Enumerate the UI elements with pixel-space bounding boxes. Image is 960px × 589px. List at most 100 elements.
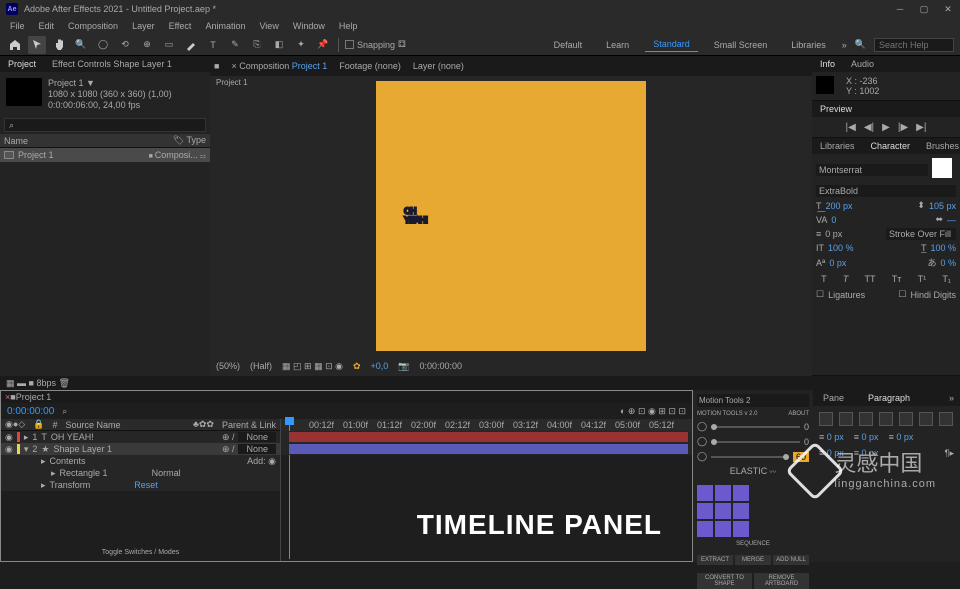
kerning[interactable]: 0 [831,215,836,225]
menu-effect[interactable]: Effect [163,19,198,33]
tab-audio[interactable]: Audio [847,57,878,71]
zoom-tool[interactable]: 🔍 [72,36,90,54]
footer-icons[interactable]: ▦ ◰ ⊞ ▦ ⊡ ◉ [282,361,343,372]
ligatures-label[interactable]: Ligatures [828,290,865,300]
para-dir-icon[interactable]: ¶▸ [945,448,954,459]
stroke-mode-dropdown[interactable]: Stroke Over Fill [886,228,956,240]
para-more-icon[interactable]: » [949,393,954,403]
hindi-label[interactable]: Hindi Digits [910,290,956,300]
selection-tool[interactable] [28,36,46,54]
tab-effect-controls[interactable]: Effect Controls Shape Layer 1 [48,57,176,71]
tab-composition[interactable]: Project 1 [292,61,328,71]
tab-project[interactable]: Project [4,57,40,71]
roto-tool[interactable]: ✦ [292,36,310,54]
breadcrumb[interactable]: Project 1 [216,78,248,87]
tab-paragraph[interactable]: Paragraph [864,391,914,405]
indent-left[interactable]: 0 px [827,432,844,442]
mt-sequence[interactable]: SEQUENCE [697,541,809,547]
orbit-tool[interactable]: ◯ [94,36,112,54]
indent-right[interactable]: 0 px [896,432,913,442]
stroke-width[interactable]: 0 px [825,229,842,239]
tab-brushes[interactable]: Brushes [922,139,960,153]
justify-center-icon[interactable] [899,412,913,426]
clone-tool[interactable]: ⎘ [248,36,266,54]
first-frame-icon[interactable]: |◀ [846,122,856,133]
maximize-button[interactable]: ▢ [918,3,930,15]
col-name[interactable]: Name [4,136,28,146]
leading[interactable]: 105 px [929,201,956,211]
allcaps-icon[interactable]: TT [865,274,876,284]
snapping-toggle[interactable]: Snapping ⚃ [345,39,406,50]
rectangle[interactable]: Rectangle 1 [60,468,108,478]
fill-stroke-swatches[interactable] [932,158,952,178]
next-frame-icon[interactable]: |▶ [898,122,908,133]
composition-viewer[interactable]: Project 1 OH YEAH! [210,76,812,356]
mt-knob1-icon[interactable]: ◯ [697,421,707,432]
snapping-checkbox[interactable] [345,40,354,49]
timeline-icons[interactable]: ◐ ⊕ ⊡ ◉ ⊞ ⊡ ⊡ [620,406,686,417]
layer2-name[interactable]: Shape Layer 1 [53,444,112,454]
timecode[interactable]: 0:00:00:00 [7,406,54,417]
hscale[interactable]: 100 % [930,243,956,253]
snap-opts-icon[interactable]: ⚃ [398,39,406,50]
home-icon[interactable] [6,36,24,54]
menu-window[interactable]: Window [287,19,331,33]
layer1-bar[interactable] [289,432,688,442]
tab-motion-tools[interactable]: Motion Tools 2 [697,394,809,407]
minimize-button[interactable]: ─ [894,3,906,15]
mt-merge[interactable]: MERGE [735,555,771,565]
search-icon[interactable]: 🔍 [855,39,866,50]
project-item[interactable]: Project 1 ■ Composi... ⚏ [0,148,210,162]
tab-layer[interactable]: Layer (none) [413,61,464,71]
tab-preview[interactable]: Preview [816,102,856,116]
font-family-dropdown[interactable]: Montserrat [816,164,928,176]
rect-tool[interactable]: ▭ [160,36,178,54]
mt-about[interactable]: ABOUT [788,411,809,417]
menu-view[interactable]: View [253,19,284,33]
justify-all-icon[interactable] [939,412,953,426]
camera-icon[interactable]: 📷 [398,361,409,372]
col-source[interactable]: Source Name [65,420,120,430]
faux-bold-icon[interactable]: T [821,274,827,284]
justify-left-icon[interactable] [879,412,893,426]
toggle-switches[interactable]: Toggle Switches / Modes [1,549,280,561]
mt-knob2-icon[interactable]: ◯ [697,436,707,447]
close-button[interactable]: ✕ [942,3,954,15]
text-tool[interactable]: T [204,36,222,54]
gear-icon[interactable]: ✿ [353,361,361,372]
rotate-tool[interactable]: ⟲ [116,36,134,54]
menu-help[interactable]: Help [333,19,364,33]
mt-remove[interactable]: REMOVE ARTBOARD [754,573,809,589]
tracking[interactable]: — [947,215,956,225]
transform[interactable]: Transform [50,480,91,490]
canvas[interactable]: OH YEAH! [376,81,646,351]
workspace-small[interactable]: Small Screen [706,38,776,52]
col-parent[interactable]: Parent & Link [222,420,276,430]
project-bottom-icons[interactable]: ▦ ▬ ■ 8bps 🗑 [0,376,960,390]
workspace-default[interactable]: Default [546,38,591,52]
timeline-search[interactable]: ⌕ [62,406,67,417]
align-left-icon[interactable] [819,412,833,426]
contents[interactable]: Contents [50,456,86,466]
footer-time[interactable]: 0:00:00:00 [420,361,463,371]
timeline-ruler[interactable]: 00:12f 01:00f 01:12f 02:00f 02:12f 03:00… [281,419,692,431]
layer2-bar[interactable] [289,444,688,454]
layer2-parent[interactable]: None [238,444,276,454]
justify-right-icon[interactable] [919,412,933,426]
zoom-dropdown[interactable]: (50%) [216,361,240,371]
prev-frame-icon[interactable]: ◀| [864,122,874,133]
col-type[interactable]: Type [186,135,206,145]
font-size[interactable]: 200 px [826,201,853,211]
tab-pane[interactable]: Pane [819,391,848,405]
exposure[interactable]: +0,0 [371,361,389,371]
anchor-tool[interactable]: ⊕ [138,36,156,54]
canvas-text[interactable]: OH YEAH! [404,207,427,224]
brush-tool[interactable]: ✎ [226,36,244,54]
add-button[interactable]: Add: ◉ [247,456,276,467]
menu-edit[interactable]: Edit [33,19,61,33]
tab-info[interactable]: Info [816,57,839,71]
vscale[interactable]: 100 % [828,243,854,253]
superscript-icon[interactable]: T¹ [918,274,927,284]
project-search[interactable]: ⌕ [4,118,206,132]
mode-dropdown[interactable]: Normal [152,468,181,478]
